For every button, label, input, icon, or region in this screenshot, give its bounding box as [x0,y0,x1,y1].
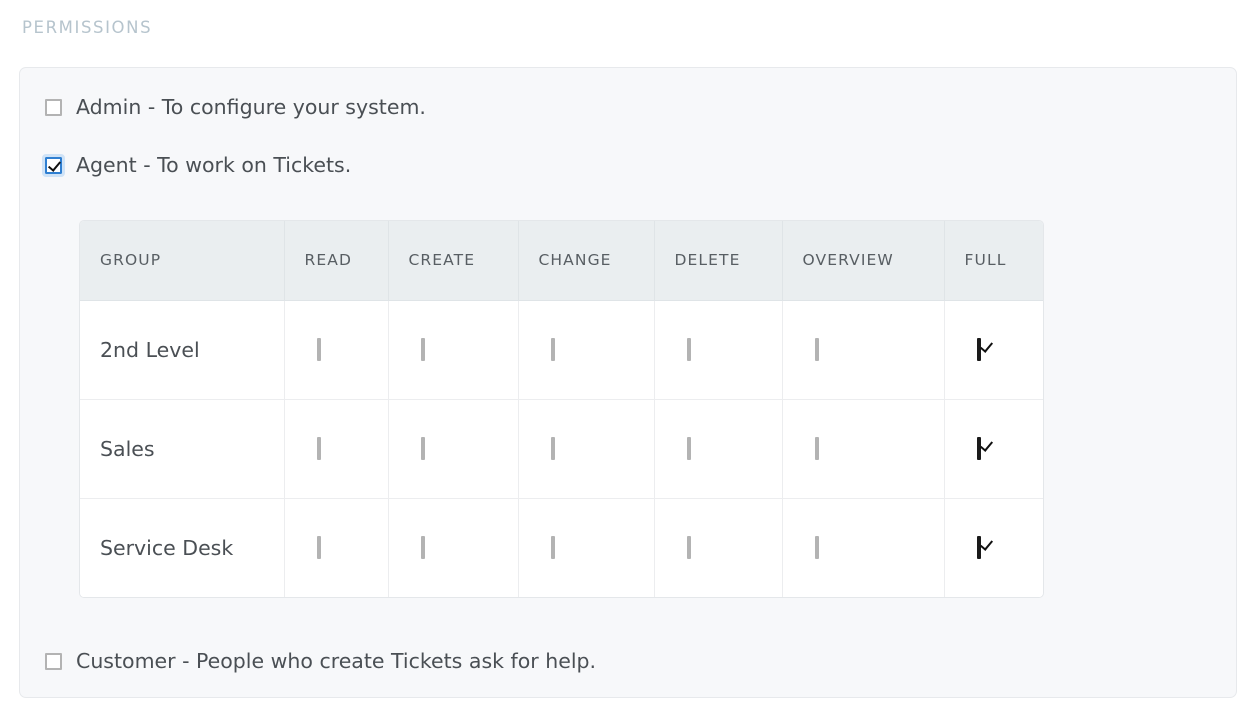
table-row: 2nd Level [80,300,1043,400]
cell-create[interactable] [388,300,519,400]
cell-read[interactable] [284,498,389,597]
checkbox-2nd-level-create[interactable] [420,338,425,361]
cell-full[interactable] [944,399,1043,499]
checkbox-service-desk-delete[interactable] [686,536,691,560]
checkbox-agent[interactable] [42,153,65,177]
checkbox-2nd-level-overview[interactable] [814,338,819,361]
checkbox-sales-change[interactable] [550,437,555,460]
checkbox-sales-read[interactable] [316,437,321,460]
cell-overview[interactable] [782,300,945,400]
checkbox-2nd-level-delete[interactable] [686,338,691,361]
cell-full[interactable] [944,300,1043,400]
checkbox-admin[interactable] [45,98,62,116]
checkbox-sales-full[interactable] [976,437,981,460]
cell-change[interactable] [518,399,655,499]
checkbox-customer[interactable] [45,652,62,670]
column-header-change: CHANGE [518,221,655,301]
checkbox-2nd-level-read[interactable] [316,338,321,361]
group-name-cell: Service Desk [80,498,285,597]
column-header-group: GROUP [80,221,285,301]
checkbox-2nd-level-change[interactable] [550,338,555,361]
column-header-delete: DELETE [654,221,783,301]
cell-create[interactable] [388,498,519,597]
permission-label-customer: Customer - People who create Tickets ask… [76,649,597,673]
cell-overview[interactable] [782,498,945,597]
permission-row-agent[interactable]: Agent - To work on Tickets. [42,153,352,177]
table-row: Service Desk [80,498,1043,597]
checkbox-service-desk-overview[interactable] [814,536,819,560]
column-header-full: FULL [944,221,1043,301]
cell-delete[interactable] [654,498,783,597]
checkbox-sales-overview[interactable] [814,437,819,460]
cell-change[interactable] [518,498,655,597]
cell-overview[interactable] [782,399,945,499]
cell-read[interactable] [284,399,389,499]
permissions-page: PERMISSIONS Admin - To configure your sy… [0,0,1254,718]
table-header-row: GROUP READ CREATE CHANGE DELETE OVERVIEW… [80,221,1043,301]
cell-read[interactable] [284,300,389,400]
group-name-cell: 2nd Level [80,300,285,400]
checkbox-service-desk-create[interactable] [420,536,425,560]
permission-row-customer[interactable]: Customer - People who create Tickets ask… [45,651,596,672]
permission-label-agent: Agent - To work on Tickets. [76,153,352,177]
checkbox-service-desk-read[interactable] [316,536,321,560]
group-permissions-table: GROUP READ CREATE CHANGE DELETE OVERVIEW… [79,220,1044,598]
checkbox-2nd-level-full[interactable] [976,338,981,361]
checkbox-service-desk-full[interactable] [976,536,981,560]
cell-delete[interactable] [654,399,783,499]
column-header-overview: OVERVIEW [782,221,945,301]
page-title: PERMISSIONS [22,18,153,37]
permission-label-admin: Admin - To configure your system. [76,95,426,119]
checkbox-service-desk-change[interactable] [550,536,555,560]
column-header-read: READ [284,221,389,301]
cell-change[interactable] [518,300,655,400]
checkbox-sales-delete[interactable] [686,437,691,460]
permission-row-admin[interactable]: Admin - To configure your system. [45,97,426,118]
cell-delete[interactable] [654,300,783,400]
cell-create[interactable] [388,399,519,499]
cell-full[interactable] [944,498,1043,597]
column-header-create: CREATE [388,221,519,301]
permissions-panel: Admin - To configure your system. Agent … [19,67,1237,698]
group-name-cell: Sales [80,399,285,499]
table-row: Sales [80,399,1043,499]
checkbox-sales-create[interactable] [420,437,425,460]
